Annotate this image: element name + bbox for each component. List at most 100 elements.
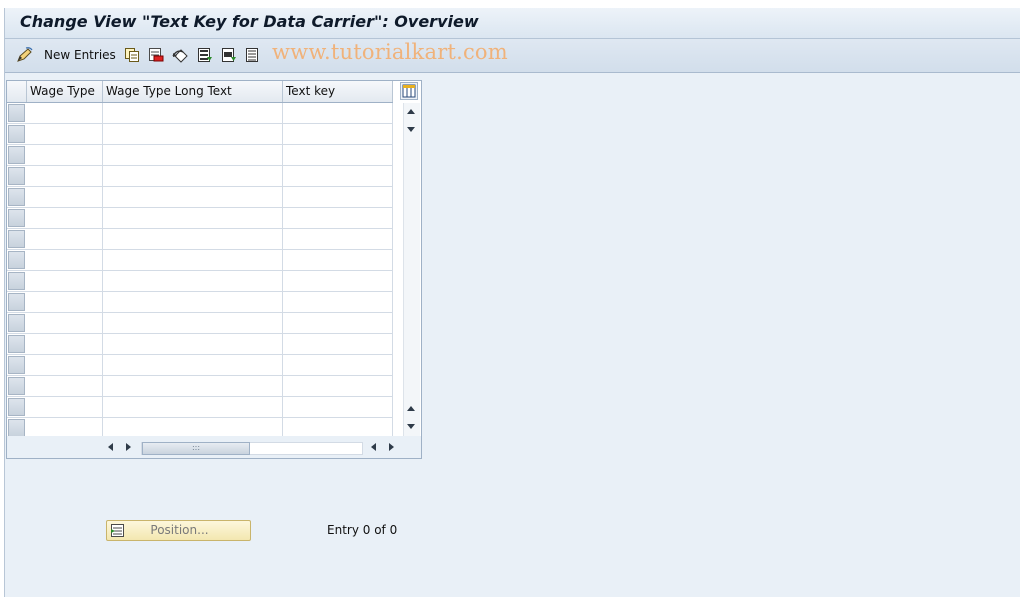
- scroll-right-end-icon[interactable]: [389, 443, 394, 451]
- wage-type-long-text-cell[interactable]: [103, 166, 283, 186]
- text-key-cell[interactable]: [283, 208, 393, 228]
- text-key-cell[interactable]: [283, 166, 393, 186]
- select-all-button[interactable]: [197, 47, 213, 63]
- position-button[interactable]: Position...: [106, 520, 251, 541]
- text-key-cell[interactable]: [283, 271, 393, 291]
- select-block-button[interactable]: [221, 47, 237, 63]
- row-selector-button[interactable]: [8, 167, 25, 185]
- text-key-cell[interactable]: [283, 145, 393, 165]
- wage-type-cell[interactable]: [27, 418, 103, 438]
- title-bar: Change View "Text Key for Data Carrier":…: [5, 8, 1020, 39]
- row-selector-button[interactable]: [8, 293, 25, 311]
- row-selector-button[interactable]: [8, 335, 25, 353]
- row-selector-button[interactable]: [8, 188, 25, 206]
- text-key-cell[interactable]: [283, 103, 393, 123]
- vertical-scrollbar[interactable]: [403, 103, 420, 436]
- text-key-cell[interactable]: [283, 376, 393, 396]
- scroll-up-icon[interactable]: [407, 109, 415, 114]
- horizontal-scroll-track[interactable]: :::: [141, 442, 363, 455]
- wage-type-cell[interactable]: [27, 208, 103, 228]
- table-row: [7, 208, 393, 229]
- table-settings-button[interactable]: [400, 82, 418, 100]
- new-entries-button[interactable]: New Entries: [16, 47, 116, 63]
- text-key-cell[interactable]: [283, 124, 393, 144]
- table-control: Wage Type Wage Type Long Text Text key :…: [6, 80, 422, 459]
- row-selector-button[interactable]: [8, 419, 25, 437]
- wage-type-cell[interactable]: [27, 313, 103, 333]
- scroll-page-up-icon[interactable]: [407, 406, 415, 411]
- select-all-rows-button[interactable]: [7, 81, 27, 102]
- row-selector-button[interactable]: [8, 146, 25, 164]
- wage-type-long-text-cell[interactable]: [103, 355, 283, 375]
- wage-type-long-text-cell[interactable]: [103, 271, 283, 291]
- scroll-left-icon[interactable]: [108, 443, 113, 451]
- text-key-cell[interactable]: [283, 313, 393, 333]
- wage-type-long-text-cell[interactable]: [103, 334, 283, 354]
- wage-type-long-text-cell[interactable]: [103, 418, 283, 438]
- row-selector-button[interactable]: [8, 356, 25, 374]
- column-header-wage-type[interactable]: Wage Type: [27, 81, 103, 102]
- wage-type-long-text-cell[interactable]: [103, 187, 283, 207]
- wage-type-cell[interactable]: [27, 355, 103, 375]
- scroll-left-end-icon[interactable]: [371, 443, 376, 451]
- wage-type-long-text-cell[interactable]: [103, 250, 283, 270]
- wage-type-long-text-cell[interactable]: [103, 229, 283, 249]
- row-selector-button[interactable]: [8, 377, 25, 395]
- table-row: [7, 313, 393, 334]
- wage-type-cell[interactable]: [27, 145, 103, 165]
- wage-type-cell[interactable]: [27, 292, 103, 312]
- wage-type-long-text-cell[interactable]: [103, 124, 283, 144]
- table-row: [7, 229, 393, 250]
- wage-type-long-text-cell[interactable]: [103, 145, 283, 165]
- wage-type-cell[interactable]: [27, 124, 103, 144]
- wage-type-long-text-cell[interactable]: [103, 397, 283, 417]
- delete-button[interactable]: [148, 47, 164, 63]
- table-row: [7, 187, 393, 208]
- text-key-cell[interactable]: [283, 187, 393, 207]
- row-selector-button[interactable]: [8, 272, 25, 290]
- row-selector-button[interactable]: [8, 104, 25, 122]
- wage-type-cell[interactable]: [27, 250, 103, 270]
- horizontal-scroll-thumb[interactable]: :::: [142, 442, 250, 455]
- row-selector-button[interactable]: [8, 251, 25, 269]
- wage-type-cell[interactable]: [27, 271, 103, 291]
- text-key-cell[interactable]: [283, 229, 393, 249]
- row-selector-button[interactable]: [8, 314, 25, 332]
- row-selector-button[interactable]: [8, 125, 25, 143]
- wage-type-cell[interactable]: [27, 166, 103, 186]
- row-selector-button[interactable]: [8, 209, 25, 227]
- copy-button[interactable]: [124, 47, 140, 63]
- wage-type-long-text-cell[interactable]: [103, 313, 283, 333]
- deselect-all-button[interactable]: [245, 47, 261, 63]
- column-header-text-key[interactable]: Text key: [283, 81, 393, 102]
- text-key-cell[interactable]: [283, 355, 393, 375]
- wage-type-long-text-cell[interactable]: [103, 208, 283, 228]
- text-key-cell[interactable]: [283, 418, 393, 438]
- wage-type-cell[interactable]: [27, 103, 103, 123]
- text-key-cell[interactable]: [283, 397, 393, 417]
- wage-type-cell[interactable]: [27, 376, 103, 396]
- text-key-cell[interactable]: [283, 250, 393, 270]
- wage-type-long-text-cell[interactable]: [103, 292, 283, 312]
- sap-window: Change View "Text Key for Data Carrier":…: [4, 8, 1020, 597]
- scroll-page-down-icon[interactable]: [407, 424, 415, 429]
- wage-type-cell[interactable]: [27, 229, 103, 249]
- wage-type-long-text-cell[interactable]: [103, 103, 283, 123]
- text-key-cell[interactable]: [283, 334, 393, 354]
- wage-type-cell[interactable]: [27, 397, 103, 417]
- table-row: [7, 292, 393, 313]
- select-all-icon: [198, 48, 212, 62]
- scroll-right-icon[interactable]: [126, 443, 131, 451]
- wage-type-cell[interactable]: [27, 334, 103, 354]
- column-header-wage-type-long-text[interactable]: Wage Type Long Text: [103, 81, 283, 102]
- entry-counter: Entry 0 of 0: [327, 523, 398, 537]
- scroll-down-icon[interactable]: [407, 127, 415, 132]
- text-key-cell[interactable]: [283, 292, 393, 312]
- horizontal-scrollbar[interactable]: :::: [7, 436, 421, 458]
- undo-change-button[interactable]: [172, 47, 190, 63]
- wage-type-cell[interactable]: [27, 187, 103, 207]
- page-title: Change View "Text Key for Data Carrier":…: [20, 12, 479, 31]
- row-selector-button[interactable]: [8, 398, 25, 416]
- row-selector-button[interactable]: [8, 230, 25, 248]
- wage-type-long-text-cell[interactable]: [103, 376, 283, 396]
